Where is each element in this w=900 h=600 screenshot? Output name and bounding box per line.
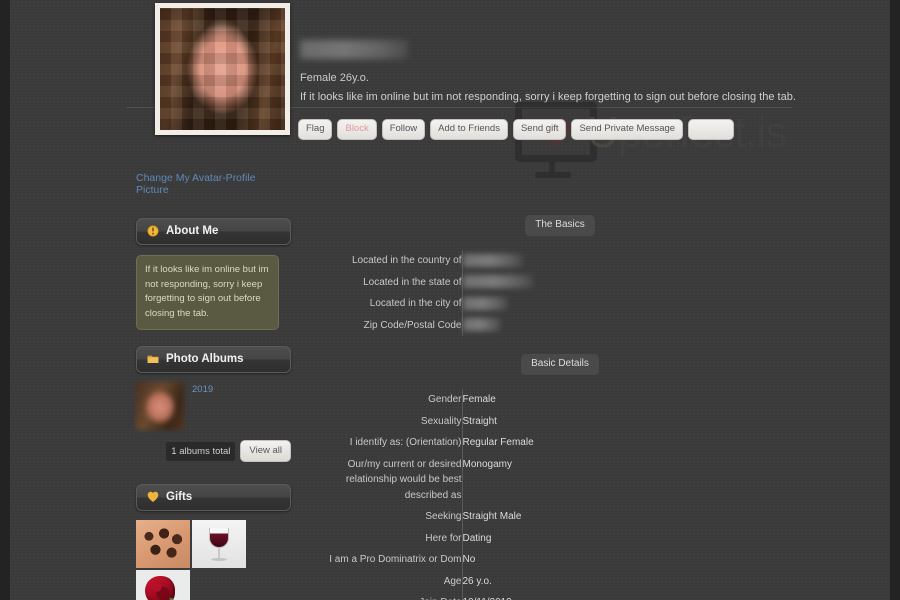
detail-row: Located in the country of [310, 250, 810, 272]
detail-label: I identify as: (Orientation) [310, 432, 463, 454]
profile-details: The Basics Located in the country of Locat… [310, 215, 810, 600]
rose-bud [145, 576, 175, 600]
redacted-value [462, 253, 523, 267]
obscured-action-button[interactable] [688, 119, 735, 140]
section-the-basics-table: Located in the country of Located in the … [310, 250, 810, 336]
section-the-basics-title[interactable]: The Basics [525, 215, 595, 236]
album-footer: 1 albums total View all [136, 439, 291, 463]
about-me-title: About Me [166, 225, 219, 237]
send-private-message-button[interactable]: Send Private Message [571, 119, 684, 140]
detail-value: 26 y.o. [462, 575, 492, 587]
photo-albums-title: Photo Albums [166, 352, 244, 365]
detail-value [462, 315, 810, 337]
profile-page: Uperfect.is Female 26y.o. If it looks li… [10, 0, 890, 600]
detail-row: Zip Code/Postal Code [310, 314, 810, 337]
gifts-header[interactable]: Gifts [136, 484, 291, 512]
detail-label: Age [310, 570, 463, 592]
redacted-value [462, 275, 533, 289]
detail-value [462, 293, 810, 315]
wine-bowl [209, 528, 229, 549]
detail-label: Our/my current or desired relationship w… [310, 453, 463, 506]
detail-row: Join Date10/11/2019 [310, 592, 810, 600]
profile-tagline: If it looks like im online but im not re… [300, 91, 796, 103]
detail-label: Gender [310, 389, 463, 411]
flag-button[interactable]: Flag [298, 119, 333, 140]
gifts-title: Gifts [166, 491, 193, 504]
detail-value [462, 272, 810, 294]
change-avatar-link[interactable]: Change My Avatar-Profile Picture [136, 172, 291, 196]
detail-value: Dating [462, 532, 492, 544]
section-basic-details-table: Gender Female Sexuality Straight I identify … [310, 389, 810, 600]
detail-label: Zip Code/Postal Code [310, 314, 463, 336]
username-redacted [300, 40, 408, 59]
site-watermark: Uperfect.is [515, 100, 845, 185]
block-button[interactable]: Block [337, 119, 377, 140]
monitor-base [535, 172, 571, 178]
album-list: 2019 [136, 381, 291, 430]
folder-icon [147, 355, 159, 363]
monitor-stand [549, 162, 555, 174]
detail-label: I am a Pro Dominatrix or Dom [310, 549, 463, 571]
detail-value: No [462, 554, 476, 565]
detail-row: Sexuality Straight [310, 410, 810, 432]
section-basic-details-title[interactable]: Basic Details [521, 354, 599, 375]
detail-row: Our/my current or desired relationship w… [310, 453, 810, 506]
detail-row: Here for Dating [310, 527, 810, 549]
detail-value: Straight Male [462, 511, 522, 522]
heart-icon [147, 492, 159, 503]
detail-label: Sexuality [310, 410, 463, 432]
add-to-friends-button[interactable]: Add to Friends [430, 119, 508, 140]
detail-row: Located in the state of [310, 271, 810, 294]
section-basic-details-header: Basic Details [310, 354, 810, 375]
detail-label: Located in the country of [310, 250, 463, 272]
profile-header-text: Female 26y.o. If it looks like im online… [300, 40, 796, 103]
redacted-value [462, 318, 501, 332]
detail-row: Gender Female [310, 389, 810, 411]
detail-label: Here for [310, 527, 463, 549]
detail-row: Age 26 y.o. [310, 570, 810, 592]
gifts-panel: Gifts View all [136, 484, 291, 600]
detail-label: Located in the state of [310, 271, 463, 293]
detail-value: 10/11/2019 [462, 592, 810, 600]
left-sidebar: Change My Avatar-Profile Picture About M… [136, 172, 291, 600]
avatar-image-pixelated [160, 8, 285, 130]
gift-list [136, 520, 246, 600]
album-year-label[interactable]: 2019 [192, 384, 213, 430]
detail-row: I am a Pro Dominatrix or Dom No [310, 549, 810, 571]
detail-row: I identify as: (Orientation) Regular Fema… [310, 432, 810, 454]
photo-albums-header[interactable]: Photo Albums [136, 345, 291, 373]
redacted-value [462, 296, 508, 310]
info-circle-icon [147, 225, 159, 237]
detail-value: Regular Female [462, 437, 534, 448]
gift-item-chocolates[interactable] [136, 520, 190, 569]
about-me-text: If it looks like im online but im not re… [136, 255, 279, 330]
about-me-header[interactable]: About Me [136, 218, 291, 245]
photo-albums-panel: Photo Albums 2019 1 albums total View al… [136, 345, 291, 463]
wine-foot [211, 558, 227, 562]
detail-value [462, 250, 810, 272]
section-the-basics-header: The Basics [310, 215, 810, 236]
about-me-panel: About Me If it looks like im online but … [136, 218, 291, 330]
albums-total-label: 1 albums total [166, 441, 236, 461]
send-gift-button[interactable]: Send gift [512, 119, 567, 140]
detail-row: Seeking Straight Male [310, 506, 810, 528]
gift-item-red-rose[interactable] [136, 570, 190, 600]
avatar[interactable] [155, 3, 290, 135]
album-thumbnail[interactable] [136, 381, 184, 430]
detail-label: Seeking [310, 506, 463, 528]
detail-value: Straight [462, 415, 497, 427]
detail-value: Female [462, 394, 496, 405]
detail-label: Located in the city of [310, 293, 463, 315]
follow-button[interactable]: Follow [381, 119, 426, 140]
albums-view-all-button[interactable]: View all [240, 439, 291, 463]
detail-row: Located in the city of [310, 293, 810, 315]
detail-value: Monogamy [462, 458, 512, 470]
profile-subtitle: Female 26y.o. [300, 72, 369, 84]
gift-item-wine-glass[interactable] [192, 520, 246, 569]
profile-action-buttons: Flag Block Follow Add to Friends Send gift Se… [298, 119, 735, 140]
detail-label: Join Date [310, 592, 463, 600]
